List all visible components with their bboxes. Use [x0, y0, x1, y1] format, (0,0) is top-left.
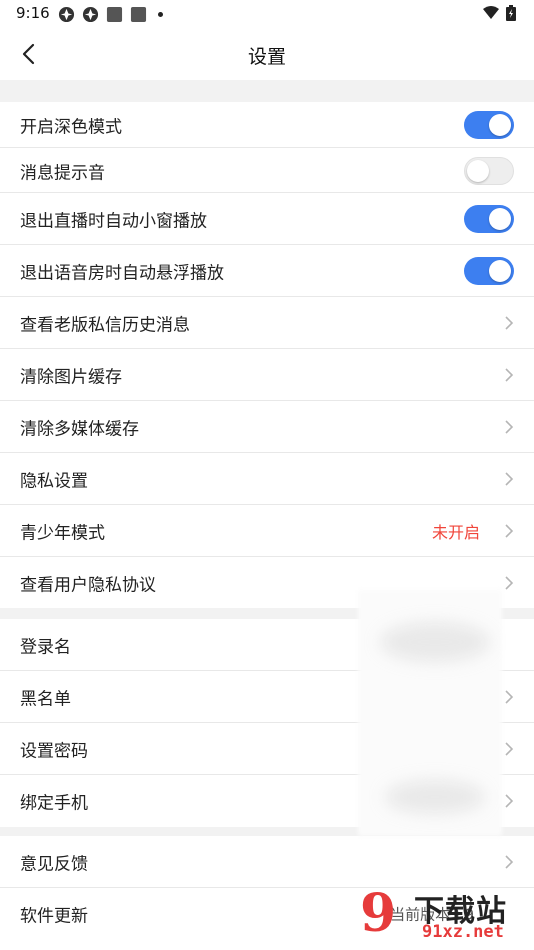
row-label: 清除图片缓存 [20, 367, 122, 388]
row-label: 黑名单 [20, 689, 71, 710]
row-label: 绑定手机 [20, 793, 88, 814]
chevron-right-icon [505, 794, 514, 808]
system-icons [482, 5, 516, 21]
blurred-login-name [380, 622, 490, 662]
chevron-right-icon [505, 472, 514, 486]
chevron-right-icon [505, 855, 514, 869]
settings-row-old-messages[interactable]: 查看老版私信历史消息 [0, 297, 534, 349]
live-pip-toggle[interactable] [464, 205, 514, 233]
row-label: 退出直播时自动小窗播放 [20, 211, 207, 232]
chevron-right-icon [505, 690, 514, 704]
section-gap [0, 80, 534, 102]
watermark-logo: 9 [360, 883, 397, 944]
row-label: 退出语音房时自动悬浮播放 [20, 263, 224, 284]
dark-mode-toggle[interactable] [464, 111, 514, 139]
chevron-right-icon [505, 368, 514, 382]
row-label: 查看老版私信历史消息 [20, 315, 190, 336]
notification-icons [58, 5, 163, 23]
message-sound-toggle[interactable] [464, 156, 514, 185]
app-notification-icon [82, 6, 99, 22]
blurred-phone-number [385, 780, 485, 814]
row-label: 意见反馈 [20, 854, 88, 875]
voice-float-toggle[interactable] [464, 257, 514, 285]
site-watermark: 9 下载站 91xz.net [360, 886, 530, 948]
settings-row-clear-image-cache[interactable]: 清除图片缓存 [0, 349, 534, 401]
settings-row-voice-float[interactable]: 退出语音房时自动悬浮播放 [0, 245, 534, 297]
battery-charging-icon [506, 5, 516, 21]
row-label: 登录名 [20, 637, 71, 658]
square-notification-icon [130, 6, 147, 22]
row-label: 青少年模式 [20, 523, 105, 544]
wifi-icon [483, 6, 499, 19]
settings-row-feedback[interactable]: 意见反馈 [0, 836, 534, 888]
navigation-bar: 设置 [0, 28, 534, 80]
settings-row-privacy[interactable]: 隐私设置 [0, 453, 534, 505]
row-label: 隐私设置 [20, 471, 88, 492]
watermark-domain: 91xz.net [422, 922, 504, 942]
more-notifications-dot [158, 11, 163, 17]
row-label: 设置密码 [20, 741, 88, 762]
chevron-right-icon [505, 316, 514, 330]
settings-row-clear-media-cache[interactable]: 清除多媒体缓存 [0, 401, 534, 453]
settings-row-message-sound[interactable]: 消息提示音 [0, 148, 534, 193]
square-notification-icon [106, 6, 123, 22]
chevron-right-icon [505, 742, 514, 756]
status-time: 9:16 [16, 4, 50, 22]
settings-row-dark-mode[interactable]: 开启深色模式 [0, 102, 534, 148]
chevron-right-icon [505, 575, 514, 590]
chevron-right-icon [505, 420, 514, 434]
row-label: 软件更新 [20, 906, 88, 927]
row-label: 开启深色模式 [20, 117, 122, 138]
row-label: 消息提示音 [20, 163, 105, 183]
row-label: 清除多媒体缓存 [20, 419, 139, 440]
chevron-right-icon [505, 524, 514, 538]
row-label: 查看用户隐私协议 [20, 575, 156, 595]
app-notification-icon [58, 6, 75, 22]
status-bar: 9:16 [0, 0, 534, 28]
settings-row-teen-mode[interactable]: 青少年模式 未开启 [0, 505, 534, 557]
page-title: 设置 [247, 46, 286, 68]
teen-mode-status: 未开启 [431, 523, 480, 542]
settings-row-live-pip[interactable]: 退出直播时自动小窗播放 [0, 193, 534, 245]
